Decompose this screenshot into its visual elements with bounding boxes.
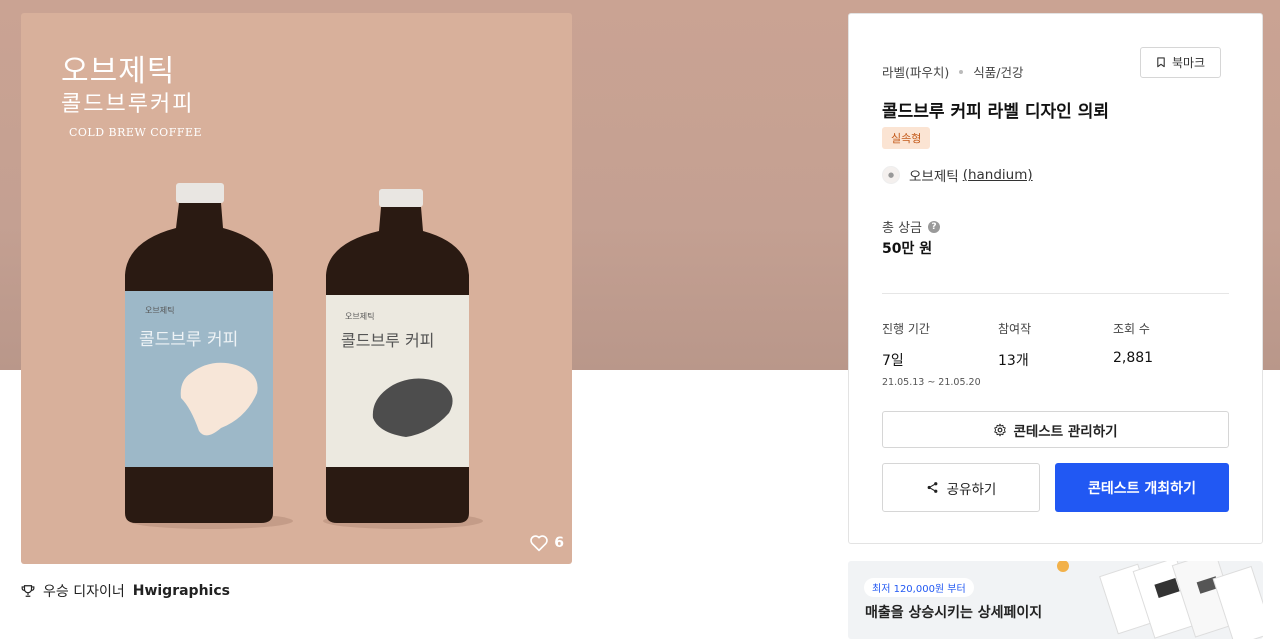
brand-title-line1: 오브제틱 (61, 54, 176, 89)
category-sub[interactable]: 식품/건강 (973, 62, 1023, 81)
stat-entries: 참여작 13개 (998, 320, 1031, 370)
ad-mockup-art (1057, 561, 1263, 639)
brand-title: 오브제틱 콜드브루커피 COLD BREW COFFEE (61, 53, 202, 140)
type-badge: 실속형 (882, 127, 931, 149)
prize-label-row: 총 상금 ? (882, 217, 941, 236)
manage-contest-button[interactable]: 콘테스트 관리하기 (882, 411, 1229, 448)
bottle-right-small-text: 오브제틱 (345, 312, 375, 321)
like-count: 6 (554, 535, 564, 551)
contest-title: 콜드브루 커피 라벨 디자인 의뢰 (882, 102, 1109, 122)
stat-views: 조회 수 2,881 (1113, 320, 1153, 366)
breadcrumb-separator (959, 69, 964, 74)
winner-row: 우승 디자이너 Hwigraphics (21, 581, 230, 601)
bottle-left-label: 콜드브루 커피 (139, 330, 239, 350)
product-image[interactable]: 오브제틱 콜드브루커피 COLD BREW COFFEE 오브제틱 콜드브루 커… (21, 13, 572, 564)
host-contest-button[interactable]: 콘테스트 개최하기 (1055, 463, 1229, 512)
host-avatar: ● (882, 166, 900, 184)
host-info[interactable]: ● 오브제틱 (handium) (882, 165, 1033, 185)
ad-banner[interactable]: 최저 120,000원 부터 매출을 상승시키는 상세페이지 (848, 561, 1263, 639)
host-name: 오브제틱 (909, 169, 959, 185)
divider (882, 293, 1229, 294)
stat-views-value: 2,881 (1113, 350, 1154, 366)
bottle-left-small-text: 오브제틱 (145, 306, 175, 315)
host-id-link[interactable]: (handium) (963, 167, 1033, 183)
stat-views-label: 조회 수 (1113, 322, 1150, 336)
ad-price-pill: 최저 120,000원 부터 (864, 578, 974, 597)
winner-label: 우승 디자이너 (43, 584, 125, 600)
stat-period-dates: 21.05.13 ~ 21.05.20 (882, 377, 981, 388)
gear-icon (994, 423, 1007, 436)
stat-entries-value: 13개 (998, 353, 1029, 369)
prize-value: 50만 원 (882, 241, 933, 257)
brand-title-line3: COLD BREW COFFEE (69, 126, 203, 139)
breadcrumb: 라벨(파우치) 식품/건강 (882, 62, 1023, 81)
category-main[interactable]: 라벨(파우치) (882, 62, 949, 81)
contest-info-panel: 라벨(파우치) 식품/건강 북마크 콜드브루 커피 라벨 디자인 의뢰 실속형 … (848, 13, 1263, 544)
trophy-icon (21, 585, 35, 597)
share-icon (927, 482, 938, 493)
bottle-right-label: 콜드브루 커피 (341, 331, 435, 350)
like-button[interactable]: 6 (529, 534, 564, 552)
bookmark-icon (1157, 57, 1165, 68)
stat-period-value: 7일 (882, 353, 904, 369)
stat-period: 진행 기간 7일 21.05.13 ~ 21.05.20 (882, 320, 981, 388)
share-button[interactable]: 공유하기 (882, 463, 1040, 512)
prize-label: 총 상금 (882, 221, 923, 236)
bookmark-button[interactable]: 북마크 (1140, 47, 1221, 78)
stat-entries-label: 참여작 (998, 322, 1032, 336)
stat-period-label: 진행 기간 (882, 322, 930, 336)
help-icon[interactable]: ? (928, 220, 941, 233)
ad-headline: 매출을 상승시키는 상세페이지 (865, 605, 1043, 621)
bookmark-label: 북마크 (1171, 56, 1206, 70)
winner-name[interactable]: Hwigraphics (133, 583, 230, 599)
heart-icon (530, 535, 549, 552)
brand-title-line2: 콜드브루커피 (61, 91, 195, 117)
share-label: 공유하기 (946, 481, 997, 498)
manage-contest-label: 콘테스트 관리하기 (1013, 423, 1118, 440)
